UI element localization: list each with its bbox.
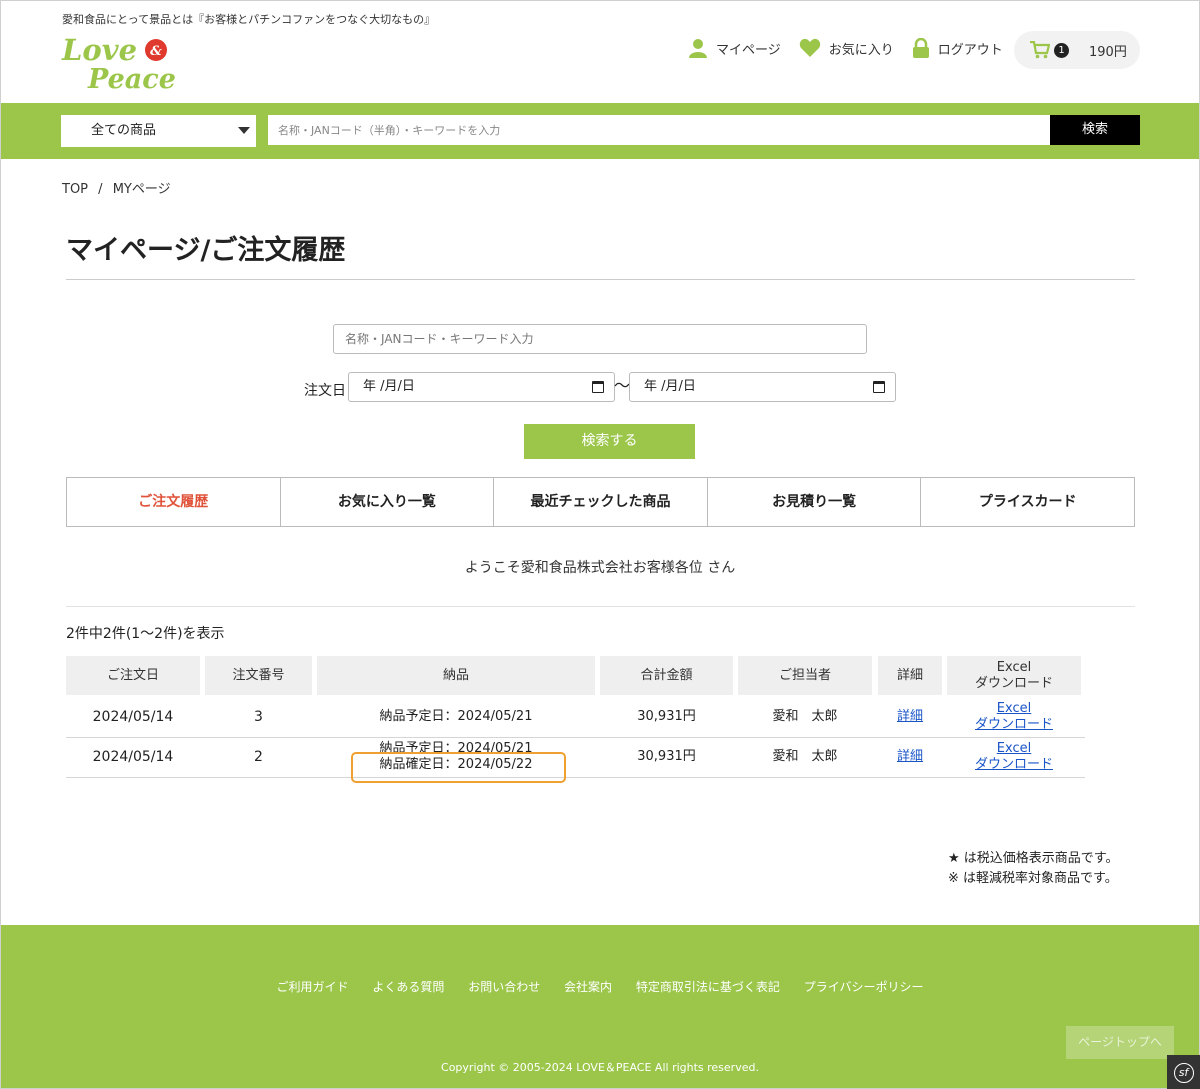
mypage-tabs: ご注文履歴 お気に入り一覧 最近チェックした商品 お見積り一覧 プライスカード [66, 477, 1135, 527]
date-range-tilde: 〜 [614, 376, 631, 395]
tab-favorites[interactable]: お気に入り一覧 [281, 478, 495, 526]
cart-count-badge: 1 [1054, 42, 1069, 58]
category-select-value: 全ての商品 [91, 123, 157, 138]
row-divider [66, 777, 1085, 778]
page-title: マイページ/ご注文履歴 [66, 235, 346, 266]
tab-recently-viewed[interactable]: 最近チェックした商品 [494, 478, 708, 526]
page-top-button[interactable]: ページトップへ [1066, 1026, 1174, 1059]
tax-included-note: ★ は税込価格表示商品です。 [948, 851, 1119, 866]
col-header-excel: Excel ダウンロード [947, 656, 1081, 695]
row2-staff: 愛和 太郎 [772, 749, 838, 764]
confirmed-date-highlight [351, 752, 566, 783]
price-notes: ★ は税込価格表示商品です。 ※ は軽減税率対象商品です。 [948, 849, 1119, 889]
svg-text:&: & [150, 44, 162, 59]
love-and-peace-logo[interactable]: Love & Peace [60, 32, 184, 94]
row2-order-number: 2 [254, 749, 263, 765]
welcome-message: ようこそ愛和食品株式会社お客様各位 さん [464, 560, 736, 576]
row2-excel-download[interactable]: Excel ダウンロード [947, 738, 1081, 776]
site-tagline: 愛和食品にとって景品とは『お客様とパチンコファンをつなぐ大切なもの』 [62, 13, 436, 26]
title-divider [66, 279, 1135, 280]
copyright: Copyright © 2005-2024 LOVE＆PEACE All rig… [441, 1061, 759, 1074]
row1-excel-download[interactable]: Excel ダウンロード [947, 698, 1081, 736]
welcome-divider [66, 606, 1135, 607]
footer-link-company[interactable]: 会社案内 [564, 980, 612, 994]
heart-icon [799, 38, 820, 57]
footer-link-contact[interactable]: お問い合わせ [468, 980, 540, 994]
row2-order-date: 2024/05/14 [92, 749, 174, 765]
row1-staff: 愛和 太郎 [772, 709, 838, 724]
reduced-tax-note: ※ は軽減税率対象商品です。 [948, 871, 1118, 886]
logout-label: ログアウト [937, 42, 1003, 58]
footer-links: ご利用ガイド よくある質問 お問い合わせ 会社案内 特定商取引法に基づく表記 プ… [0, 978, 1200, 995]
row2-excel-line2[interactable]: ダウンロード [975, 757, 1053, 773]
footer-link-faq[interactable]: よくある質問 [372, 980, 444, 994]
category-select[interactable]: 全ての商品 [61, 115, 256, 147]
order-search-button[interactable]: 検索する [524, 424, 695, 459]
order-date-to-value: 年 /月/日 [644, 379, 696, 394]
search-input[interactable] [268, 115, 1050, 145]
row2-detail-link[interactable]: 詳細 [897, 749, 923, 765]
row1-delivery: 納品予定日：2024/05/21 [379, 709, 533, 724]
mypage-link[interactable]: マイページ [688, 38, 781, 58]
svg-text:Love: Love [61, 33, 137, 67]
row1-detail-cell: 詳細 [878, 698, 942, 736]
breadcrumb-top[interactable]: TOP [62, 182, 88, 197]
row1-excel-line2[interactable]: ダウンロード [975, 717, 1053, 733]
result-count: 2件中2件(1～2件)を表示 [66, 626, 225, 642]
user-icon [689, 39, 707, 58]
tab-order-history[interactable]: ご注文履歴 [67, 478, 281, 526]
footer-link-guide[interactable]: ご利用ガイド [277, 980, 349, 994]
col-header-excel-line2: ダウンロード [974, 675, 1053, 691]
row2-excel-line1[interactable]: Excel [997, 741, 1031, 757]
order-date-from[interactable]: 年 /月/日 [348, 372, 615, 402]
search-button[interactable]: 検索 [1050, 115, 1140, 145]
row1-order-number: 3 [254, 709, 263, 725]
cart-button[interactable]: 1 190円 [1014, 31, 1140, 69]
col-header-order-date: ご注文日 [66, 656, 200, 695]
breadcrumb-separator: / [98, 182, 103, 197]
order-date-label: 注文日 [304, 383, 346, 399]
symfony-icon[interactable]: sf [1167, 1055, 1200, 1089]
logout-link[interactable]: ログアウト [912, 38, 1003, 58]
symfony-badge-label: sf [1173, 1063, 1194, 1083]
col-header-excel-line1: Excel [996, 659, 1032, 675]
footer-link-privacy[interactable]: プライバシーポリシー [804, 980, 924, 994]
order-keyword-input[interactable] [333, 324, 867, 354]
row1-total: 30,931円 [637, 709, 696, 724]
order-date-to[interactable]: 年 /月/日 [629, 372, 896, 402]
col-header-staff: ご担当者 [738, 656, 872, 695]
favorites-link[interactable]: お気に入り [799, 38, 894, 58]
lock-icon [912, 38, 929, 58]
col-header-detail: 詳細 [878, 656, 942, 695]
row2-total: 30,931円 [637, 749, 696, 764]
order-date-from-value: 年 /月/日 [363, 379, 415, 394]
row1-detail-link[interactable]: 詳細 [897, 709, 923, 725]
calendar-icon[interactable] [873, 381, 885, 393]
tab-price-card[interactable]: プライスカード [921, 478, 1134, 526]
col-header-delivery: 納品 [317, 656, 595, 695]
tab-quotes[interactable]: お見積り一覧 [708, 478, 922, 526]
chevron-down-icon [238, 127, 250, 134]
cart-icon [1030, 41, 1050, 59]
breadcrumb: TOP / MYページ [62, 178, 171, 197]
mypage-label: マイページ [716, 42, 781, 58]
row1-order-date: 2024/05/14 [92, 709, 174, 725]
row2-detail-cell: 詳細 [878, 738, 942, 776]
cart-total: 190円 [1089, 44, 1127, 60]
col-header-total: 合計金額 [600, 656, 733, 695]
favorites-label: お気に入り [828, 42, 894, 58]
col-header-order-number: 注文番号 [205, 656, 312, 695]
header-nav: マイページ お気に入り ログアウト [688, 38, 1021, 58]
svg-text:Peace: Peace [87, 64, 176, 94]
breadcrumb-current: MYページ [112, 182, 171, 197]
footer-link-commerce-law[interactable]: 特定商取引法に基づく表記 [636, 980, 780, 994]
calendar-icon[interactable] [592, 381, 604, 393]
row1-excel-line1[interactable]: Excel [997, 701, 1031, 717]
